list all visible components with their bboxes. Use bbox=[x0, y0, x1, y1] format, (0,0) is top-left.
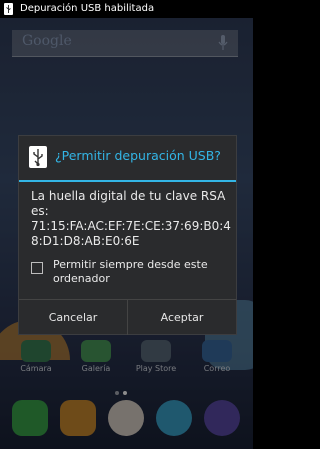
usb-icon bbox=[29, 146, 47, 168]
dialog-message: La huella digital de tu clave RSA es: 71… bbox=[31, 189, 231, 249]
status-notification-text: Depuración USB habilitada bbox=[20, 3, 155, 14]
always-allow-label: Permitir siempre desde este ordenador bbox=[53, 258, 208, 285]
status-bar: Depuración USB habilitada bbox=[0, 0, 253, 18]
usb-debugging-icon bbox=[4, 3, 13, 15]
title-divider bbox=[19, 180, 236, 182]
dialog-title: ¿Permitir depuración USB? bbox=[55, 148, 221, 163]
rsa-fingerprint: 71:15:FA:AC:EF:7E:CE:37:69:B0:48:D1:D8:A… bbox=[31, 219, 231, 248]
message-intro: La huella digital de tu clave RSA es: bbox=[31, 189, 226, 218]
dialog-buttons: Cancelar Aceptar bbox=[19, 299, 236, 335]
usb-debugging-dialog: ¿Permitir depuración USB? La huella digi… bbox=[18, 135, 237, 335]
accept-button[interactable]: Aceptar bbox=[128, 300, 236, 335]
always-allow-checkbox[interactable] bbox=[31, 262, 43, 274]
cancel-button[interactable]: Cancelar bbox=[19, 300, 128, 335]
dialog-header: ¿Permitir depuración USB? bbox=[19, 136, 236, 180]
home-screen: Google Cámara Galería Play Store Correo bbox=[0, 0, 253, 449]
